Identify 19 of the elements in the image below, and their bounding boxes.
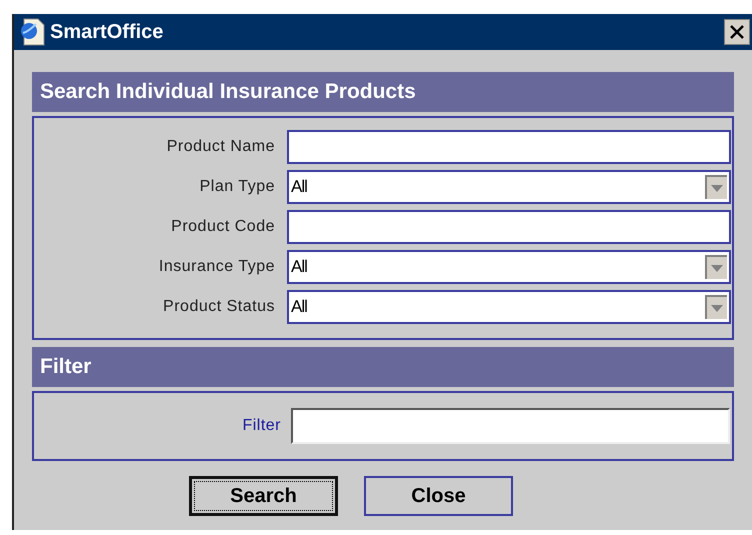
document-globe-icon bbox=[18, 17, 46, 47]
field-label: Plan Type bbox=[198, 177, 276, 197]
dropdown-field[interactable]: All bbox=[287, 290, 731, 324]
close-icon[interactable] bbox=[724, 19, 750, 45]
text-field[interactable] bbox=[287, 130, 731, 164]
filter-field[interactable] bbox=[291, 408, 730, 444]
window-title: SmartOffice bbox=[50, 20, 164, 45]
dialog-button[interactable]: Close bbox=[364, 476, 513, 516]
dropdown-field[interactable]: All bbox=[287, 250, 731, 284]
text-field[interactable] bbox=[287, 210, 731, 244]
section-header: Filter bbox=[32, 347, 734, 387]
section-header: Search Individual Insurance Products bbox=[32, 72, 734, 112]
field-label: Insurance Type bbox=[158, 257, 276, 277]
dropdown-field[interactable]: All bbox=[287, 170, 731, 204]
field-label: Product Status bbox=[162, 297, 276, 317]
field-label: Product Name bbox=[166, 137, 276, 157]
dialog-button[interactable]: Search bbox=[189, 476, 338, 516]
field-label: Product Code bbox=[170, 217, 276, 237]
field-label: Filter bbox=[241, 416, 282, 436]
